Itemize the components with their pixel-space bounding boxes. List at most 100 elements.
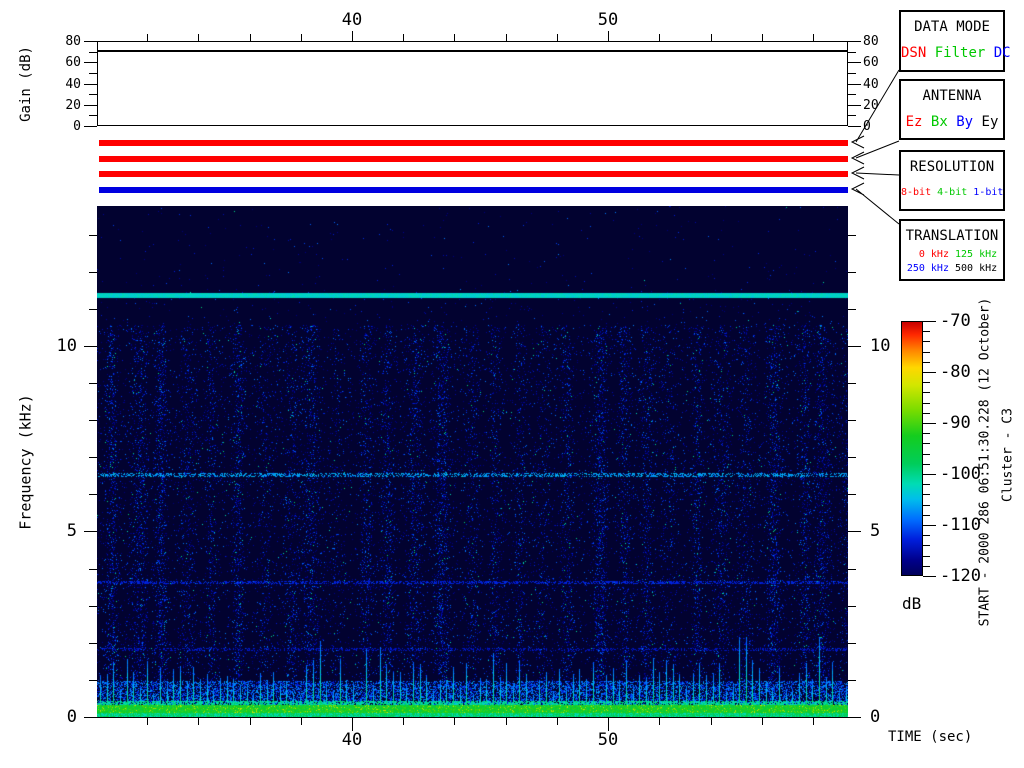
- axis-tick: [848, 680, 856, 681]
- axis-tick: [923, 505, 930, 506]
- axis-tick: [147, 718, 148, 725]
- axis-tick: [89, 420, 97, 421]
- axis-tick: [84, 41, 97, 42]
- axis-tick: [923, 566, 930, 567]
- colorbar-tick-label: -70: [940, 313, 971, 330]
- gain-tick-label: 20: [40, 99, 81, 112]
- axis-tick: [198, 34, 199, 41]
- axis-tick: [89, 235, 97, 236]
- axis-tick: [84, 531, 97, 532]
- axis-tick: [198, 718, 199, 725]
- axis-tick: [848, 569, 856, 570]
- axis-tick: [848, 62, 861, 63]
- axis-tick: [923, 494, 930, 495]
- axis-tick: [848, 126, 861, 127]
- axis-tick: [250, 718, 251, 725]
- time-tick-label-bottom: 50: [588, 732, 628, 749]
- axis-tick: [89, 680, 97, 681]
- gain-tick-label-right: 60: [863, 56, 879, 69]
- freq-tick-label-right: 0: [870, 709, 880, 726]
- axis-tick: [923, 352, 930, 353]
- axis-tick: [89, 73, 97, 74]
- axis-tick: [923, 321, 936, 322]
- axis-tick: [762, 34, 763, 41]
- axis-tick: [84, 62, 97, 63]
- axis-tick: [89, 94, 97, 95]
- axis-tick: [813, 718, 814, 725]
- axis-tick: [923, 515, 930, 516]
- axis-tick: [848, 531, 861, 532]
- axis-tick: [89, 606, 97, 607]
- axis-tick: [848, 457, 856, 458]
- axis-tick: [923, 535, 930, 536]
- axis-tick: [923, 372, 936, 373]
- axis-tick: [89, 272, 97, 273]
- axis-tick: [89, 52, 97, 53]
- axis-tick-layer: 0020204040606080804040505000551010-70-80…: [0, 0, 1024, 768]
- axis-tick: [848, 105, 861, 106]
- colorbar-tick-label: -110: [940, 517, 981, 534]
- axis-tick: [454, 34, 455, 41]
- time-tick-label-top: 40: [332, 12, 372, 29]
- axis-tick: [848, 73, 856, 74]
- axis-tick: [923, 484, 930, 485]
- axis-tick: [711, 718, 712, 725]
- freq-tick-label-right: 10: [870, 338, 890, 355]
- axis-tick: [848, 235, 856, 236]
- colorbar-tick-label: -80: [940, 364, 971, 381]
- gain-tick-label: 40: [40, 78, 81, 91]
- colorbar-tick-label: -120: [940, 568, 981, 585]
- axis-tick: [89, 569, 97, 570]
- axis-tick: [923, 464, 930, 465]
- freq-tick-label-right: 5: [870, 523, 880, 540]
- axis-tick: [89, 457, 97, 458]
- axis-tick: [84, 346, 97, 347]
- axis-tick: [923, 525, 936, 526]
- axis-tick: [762, 718, 763, 725]
- axis-tick: [301, 718, 302, 725]
- axis-tick: [301, 34, 302, 41]
- axis-tick: [89, 115, 97, 116]
- axis-tick: [848, 717, 861, 718]
- axis-tick: [352, 31, 353, 41]
- axis-tick: [848, 272, 856, 273]
- gain-tick-label: 60: [40, 56, 81, 69]
- colorbar-tick-label: -100: [940, 466, 981, 483]
- axis-tick: [923, 392, 930, 393]
- axis-tick: [659, 34, 660, 41]
- axis-tick: [403, 718, 404, 725]
- axis-tick: [848, 346, 861, 347]
- axis-tick: [848, 494, 856, 495]
- axis-tick: [923, 331, 930, 332]
- gain-tick-label-right: 40: [863, 78, 879, 91]
- axis-tick: [923, 576, 936, 577]
- axis-tick: [506, 718, 507, 725]
- axis-tick: [923, 382, 930, 383]
- axis-tick: [84, 126, 97, 127]
- axis-tick: [848, 606, 856, 607]
- axis-tick: [848, 52, 856, 53]
- axis-tick: [659, 718, 660, 725]
- freq-tick-label: 10: [37, 338, 77, 355]
- axis-tick: [454, 718, 455, 725]
- axis-tick: [848, 420, 856, 421]
- axis-tick: [89, 643, 97, 644]
- axis-tick: [923, 443, 930, 444]
- gain-tick-label-right: 0: [863, 120, 871, 133]
- gain-tick-label: 80: [40, 35, 81, 48]
- axis-tick: [848, 383, 856, 384]
- axis-tick: [403, 34, 404, 41]
- axis-tick: [923, 423, 936, 424]
- axis-tick: [923, 545, 930, 546]
- freq-tick-label: 5: [37, 523, 77, 540]
- gain-tick-label-right: 20: [863, 99, 879, 112]
- axis-tick: [813, 34, 814, 41]
- axis-tick: [923, 474, 936, 475]
- axis-tick: [923, 341, 930, 342]
- axis-tick: [89, 309, 97, 310]
- axis-tick: [923, 403, 930, 404]
- axis-tick: [506, 34, 507, 41]
- axis-tick: [923, 362, 930, 363]
- axis-tick: [89, 383, 97, 384]
- axis-tick: [557, 34, 558, 41]
